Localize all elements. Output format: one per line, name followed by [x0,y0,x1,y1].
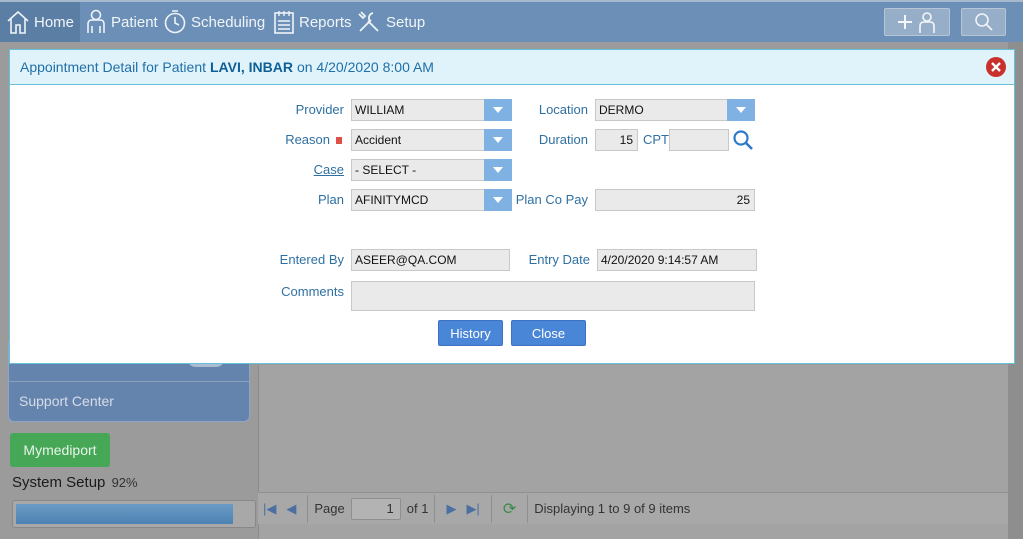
system-setup-label: System Setup [12,474,106,491]
comments-textarea[interactable] [351,281,755,311]
provider-select[interactable]: WILLIAM [351,99,512,121]
nav-setup-label: Setup [386,13,426,31]
first-page-icon[interactable]: |◀ [258,501,281,517]
location-value: DERMO [599,103,644,117]
mymediport-button[interactable]: Mymediport [10,433,110,467]
provider-value: WILLIAM [355,103,405,117]
clock-icon [164,10,186,34]
nav-reports[interactable]: Reports [273,2,352,42]
prev-page-icon[interactable]: ◀ [281,501,301,517]
nav-setup[interactable]: Setup [356,2,425,42]
cpt-label: CPT [643,132,669,147]
chevron-down-icon[interactable] [484,189,512,211]
nav-patient-label: Patient [111,13,158,31]
chevron-down-icon[interactable] [484,129,512,151]
pager-separator [434,494,436,523]
entry-date-input[interactable]: 4/20/2020 9:14:57 AM [597,249,757,271]
grid-pager: |◀ ◀ Page 1 of 1 ▶ ▶| ⟳ Displaying 1 to … [258,492,1008,524]
required-marker [336,137,342,144]
page-number-input[interactable]: 1 [350,497,401,520]
location-label: Location [538,102,588,117]
system-setup-status: System Setup 92% [12,474,138,491]
location-select[interactable]: DERMO [595,99,755,121]
dialog-title-suffix: on 4/20/2020 8:00 AM [296,59,434,75]
case-select[interactable]: - SELECT - [351,159,512,181]
nav-home[interactable]: Home [0,2,80,42]
cpt-input[interactable] [669,129,729,151]
history-button[interactable]: History [438,320,503,346]
provider-label: Provider [295,102,344,117]
refresh-icon[interactable]: ⟳ [498,499,521,519]
page-label: Page [314,501,345,516]
global-search-button[interactable] [961,8,1006,36]
duration-label: Duration [538,132,588,147]
tools-icon [358,11,379,32]
chevron-down-icon[interactable] [727,99,755,121]
dialog-close-button[interactable] [986,57,1006,77]
pager-status: Displaying 1 to 9 of 9 items [534,501,691,516]
close-button[interactable]: Close [511,320,586,346]
duration-input[interactable]: 15 [595,129,638,151]
cpt-search-icon[interactable] [732,129,754,154]
plan-copay-label: Plan Co Pay [515,192,588,207]
system-setup-progress [12,500,256,528]
home-icon [7,10,29,34]
nav-scheduling[interactable]: Scheduling [163,2,265,42]
nav-reports-label: Reports [299,13,352,31]
chevron-down-icon[interactable] [484,99,512,121]
patient-icon [87,9,105,33]
comments-label: Comments [281,284,344,299]
nav-patient[interactable]: Patient [83,2,158,42]
search-icon [974,13,993,31]
pager-separator [527,494,529,523]
top-nav: Home Patient Scheduling Reports Setup [0,0,1023,42]
next-page-icon[interactable]: ▶ [441,501,461,517]
reason-label: Reason [285,132,330,147]
pager-separator [490,494,492,523]
plan-select[interactable]: AFINITYMCD [351,189,512,211]
close-icon [991,62,1001,72]
nav-home-label: Home [34,13,75,31]
dialog-header: Appointment Detail for Patient LAVI, INB… [10,50,1014,85]
add-patient-button[interactable] [884,8,950,36]
last-page-icon[interactable]: ▶| [461,501,484,517]
case-value: - SELECT - [355,163,417,177]
plan-label: Plan [317,192,344,207]
entered-by-label: Entered By [279,252,344,267]
entered-by-input[interactable]: ASEER@QA.COM [351,249,510,271]
dialog-patient-name: LAVI, INBAR [210,59,293,75]
calendar-icon [274,11,294,34]
pager-separator [307,494,309,523]
system-setup-percent: 92% [111,475,138,490]
page-of-label: of 1 [406,501,429,516]
dialog-title-prefix: Appointment Detail for Patient [20,59,206,75]
plan-value: AFINITYMCD [355,193,429,207]
sidebar-divider [9,381,249,382]
system-setup-progress-fill [16,504,234,524]
case-link[interactable]: Case [240,162,344,177]
chevron-down-icon[interactable] [484,159,512,181]
reason-select[interactable]: Accident [351,129,512,151]
appointment-detail-dialog: Appointment Detail for Patient LAVI, INB… [9,49,1015,364]
reason-value: Accident [355,133,402,147]
support-center-link[interactable]: Support Center [19,393,114,409]
add-patient-icon [898,12,935,33]
nav-scheduling-label: Scheduling [191,13,266,31]
plan-copay-input[interactable]: 25 [595,189,755,211]
entry-date-label: Entry Date [528,252,590,267]
